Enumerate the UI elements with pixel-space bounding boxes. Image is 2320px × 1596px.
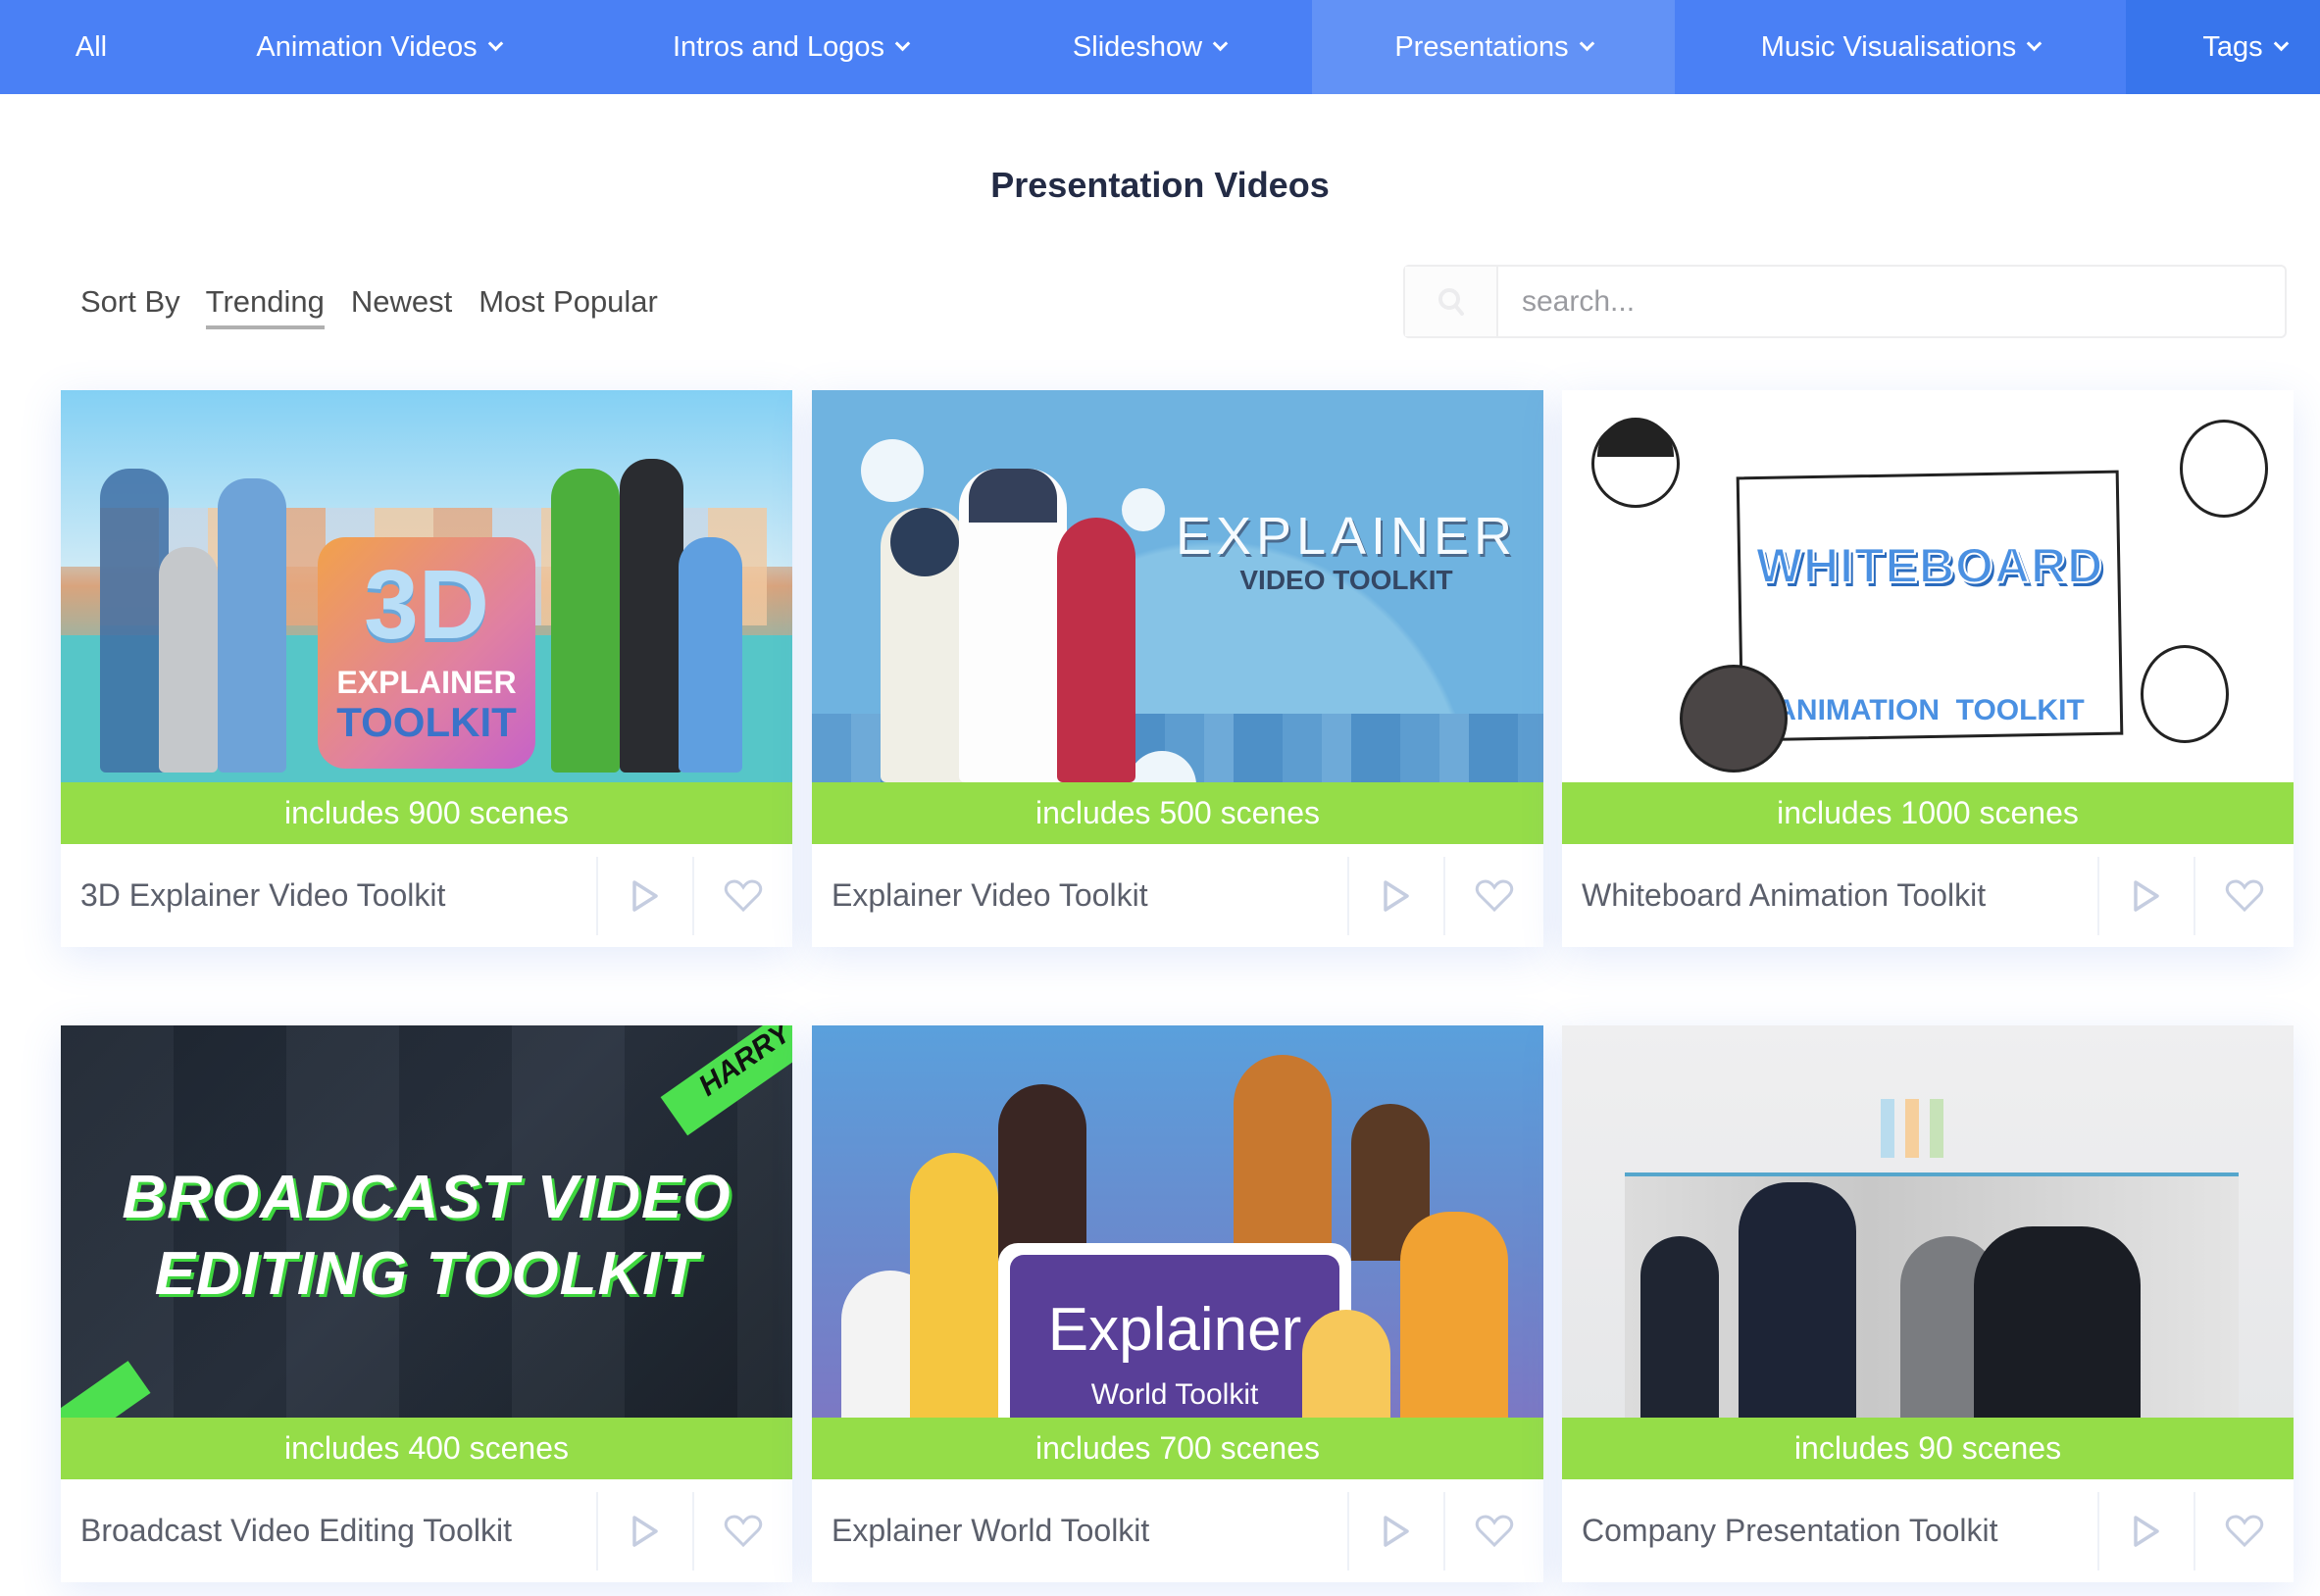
nav-item-tags[interactable]: Tags (2126, 0, 2320, 94)
play-button[interactable] (2097, 1491, 2194, 1571)
nav-item-intros-and-logos[interactable]: Intros and Logos (641, 0, 939, 94)
favorite-button[interactable] (1443, 856, 1543, 935)
heart-icon (1475, 1514, 1514, 1547)
sort-option-trending[interactable]: Trending (205, 284, 325, 329)
favorite-button[interactable] (692, 1491, 792, 1571)
play-button[interactable] (2097, 856, 2194, 935)
search-box (1403, 265, 2287, 338)
search-icon[interactable] (1405, 267, 1498, 336)
thumb-text: 3D (364, 550, 489, 660)
nav-item-all[interactable]: All (39, 0, 143, 94)
chevron-down-icon (894, 35, 911, 52)
scenes-count-badge: includes 90 scenes (1562, 1418, 2294, 1479)
favorite-button[interactable] (2194, 1491, 2294, 1571)
favorite-button[interactable] (2194, 856, 2294, 935)
card-title[interactable]: Broadcast Video Editing Toolkit (61, 1513, 596, 1549)
nav-item-animation-videos[interactable]: Animation Videos (222, 0, 535, 94)
nav-item-presentations[interactable]: Presentations (1312, 0, 1675, 94)
chevron-down-icon (2027, 35, 2043, 52)
heart-icon (2225, 878, 2264, 912)
nav-label: Animation Videos (256, 30, 478, 63)
chevron-down-icon (1579, 35, 1594, 52)
sort-bar: Sort By Trending Newest Most Popular (80, 284, 684, 329)
thumb-text: World Toolkit (1090, 1378, 1259, 1411)
nav-label: All (75, 30, 108, 63)
sort-option-most-popular[interactable]: Most Popular (479, 284, 658, 325)
thumbnail-broadcast[interactable]: HARRY BROADCAST VIDEO EDITING TOOLKIT (61, 1025, 792, 1418)
nav-item-music-visualisations[interactable]: Music Visualisations (1675, 0, 2126, 94)
play-button[interactable] (596, 856, 692, 935)
chevron-down-icon (2273, 35, 2289, 52)
chevron-down-icon (487, 35, 503, 52)
thumbnail-company-presentation[interactable] (1562, 1025, 2294, 1418)
scenes-count-badge: includes 400 scenes (61, 1418, 792, 1479)
page-title: Presentation Videos (990, 165, 1330, 205)
thumb-text: WHITEBOARD (1755, 537, 2104, 594)
thumb-text: VIDEO TOOLKIT (1239, 565, 1453, 595)
chevron-down-icon (1212, 35, 1229, 52)
thumb-text: EXPLAINER (1175, 507, 1518, 566)
heart-icon (1475, 878, 1514, 912)
scenes-count-badge: includes 1000 scenes (1562, 782, 2294, 844)
sort-label: Sort By (80, 284, 180, 319)
card-title[interactable]: Whiteboard Animation Toolkit (1562, 877, 2097, 914)
video-card[interactable]: 3D EXPLAINER TOOLKIT includes 900 scenes… (61, 390, 792, 947)
card-title[interactable]: Company Presentation Toolkit (1562, 1513, 2097, 1549)
thumb-text: TOOLKIT (336, 699, 517, 745)
thumb-text: BROADCAST VIDEO (122, 1164, 731, 1231)
nav-label: Slideshow (1072, 30, 1203, 63)
nav-label: Music Visualisations (1760, 30, 2017, 63)
video-card[interactable]: Explainer World Toolkit includes 700 sce… (812, 1025, 1543, 1582)
thumbnail-whiteboard[interactable]: WHITEBOARD ANIMATION TOOLKIT (1562, 390, 2294, 782)
play-button[interactable] (1347, 1491, 1443, 1571)
play-icon (1384, 1515, 1409, 1547)
video-card[interactable]: WHITEBOARD ANIMATION TOOLKIT includes 10… (1562, 390, 2294, 947)
play-icon (632, 879, 658, 912)
card-title[interactable]: 3D Explainer Video Toolkit (61, 877, 596, 914)
thumb-text: EXPLAINER (336, 665, 517, 700)
thumbnail-3d-explainer[interactable]: 3D EXPLAINER TOOLKIT (61, 390, 792, 782)
scenes-count-badge: includes 700 scenes (812, 1418, 1543, 1479)
play-button[interactable] (1347, 856, 1443, 935)
thumb-text: ANIMATION TOOLKIT (1775, 694, 2085, 726)
play-icon (1384, 879, 1409, 912)
nav-label: Presentations (1394, 30, 1569, 63)
scenes-count-badge: includes 900 scenes (61, 782, 792, 844)
scenes-count-badge: includes 500 scenes (812, 782, 1543, 844)
video-card[interactable]: HARRY BROADCAST VIDEO EDITING TOOLKIT in… (61, 1025, 792, 1582)
favorite-button[interactable] (1443, 1491, 1543, 1571)
thumb-text: Explainer (1047, 1296, 1302, 1364)
search-input[interactable] (1498, 267, 2285, 336)
video-card[interactable]: EXPLAINER VIDEO TOOLKIT includes 500 sce… (812, 390, 1543, 947)
heart-icon (724, 878, 763, 912)
heart-icon (724, 1514, 763, 1547)
play-icon (2134, 879, 2159, 912)
nav-label: Tags (2202, 30, 2263, 63)
heart-icon (2225, 1514, 2264, 1547)
play-icon (632, 1515, 658, 1547)
nav-label: Intros and Logos (672, 30, 885, 63)
sort-option-newest[interactable]: Newest (351, 284, 452, 325)
card-title[interactable]: Explainer Video Toolkit (812, 877, 1347, 914)
play-icon (2134, 1515, 2159, 1547)
thumbnail-explainer-world[interactable]: Explainer World Toolkit (812, 1025, 1543, 1418)
play-button[interactable] (596, 1491, 692, 1571)
favorite-button[interactable] (692, 856, 792, 935)
thumb-text: EDITING TOOLKIT (154, 1240, 699, 1308)
top-nav: All Animation Videos Intros and Logos Sl… (0, 0, 2320, 94)
video-card[interactable]: includes 90 scenes Company Presentation … (1562, 1025, 2294, 1582)
thumbnail-explainer-video[interactable]: EXPLAINER VIDEO TOOLKIT (812, 390, 1543, 782)
nav-item-slideshow[interactable]: Slideshow (1041, 0, 1257, 94)
card-title[interactable]: Explainer World Toolkit (812, 1513, 1347, 1549)
